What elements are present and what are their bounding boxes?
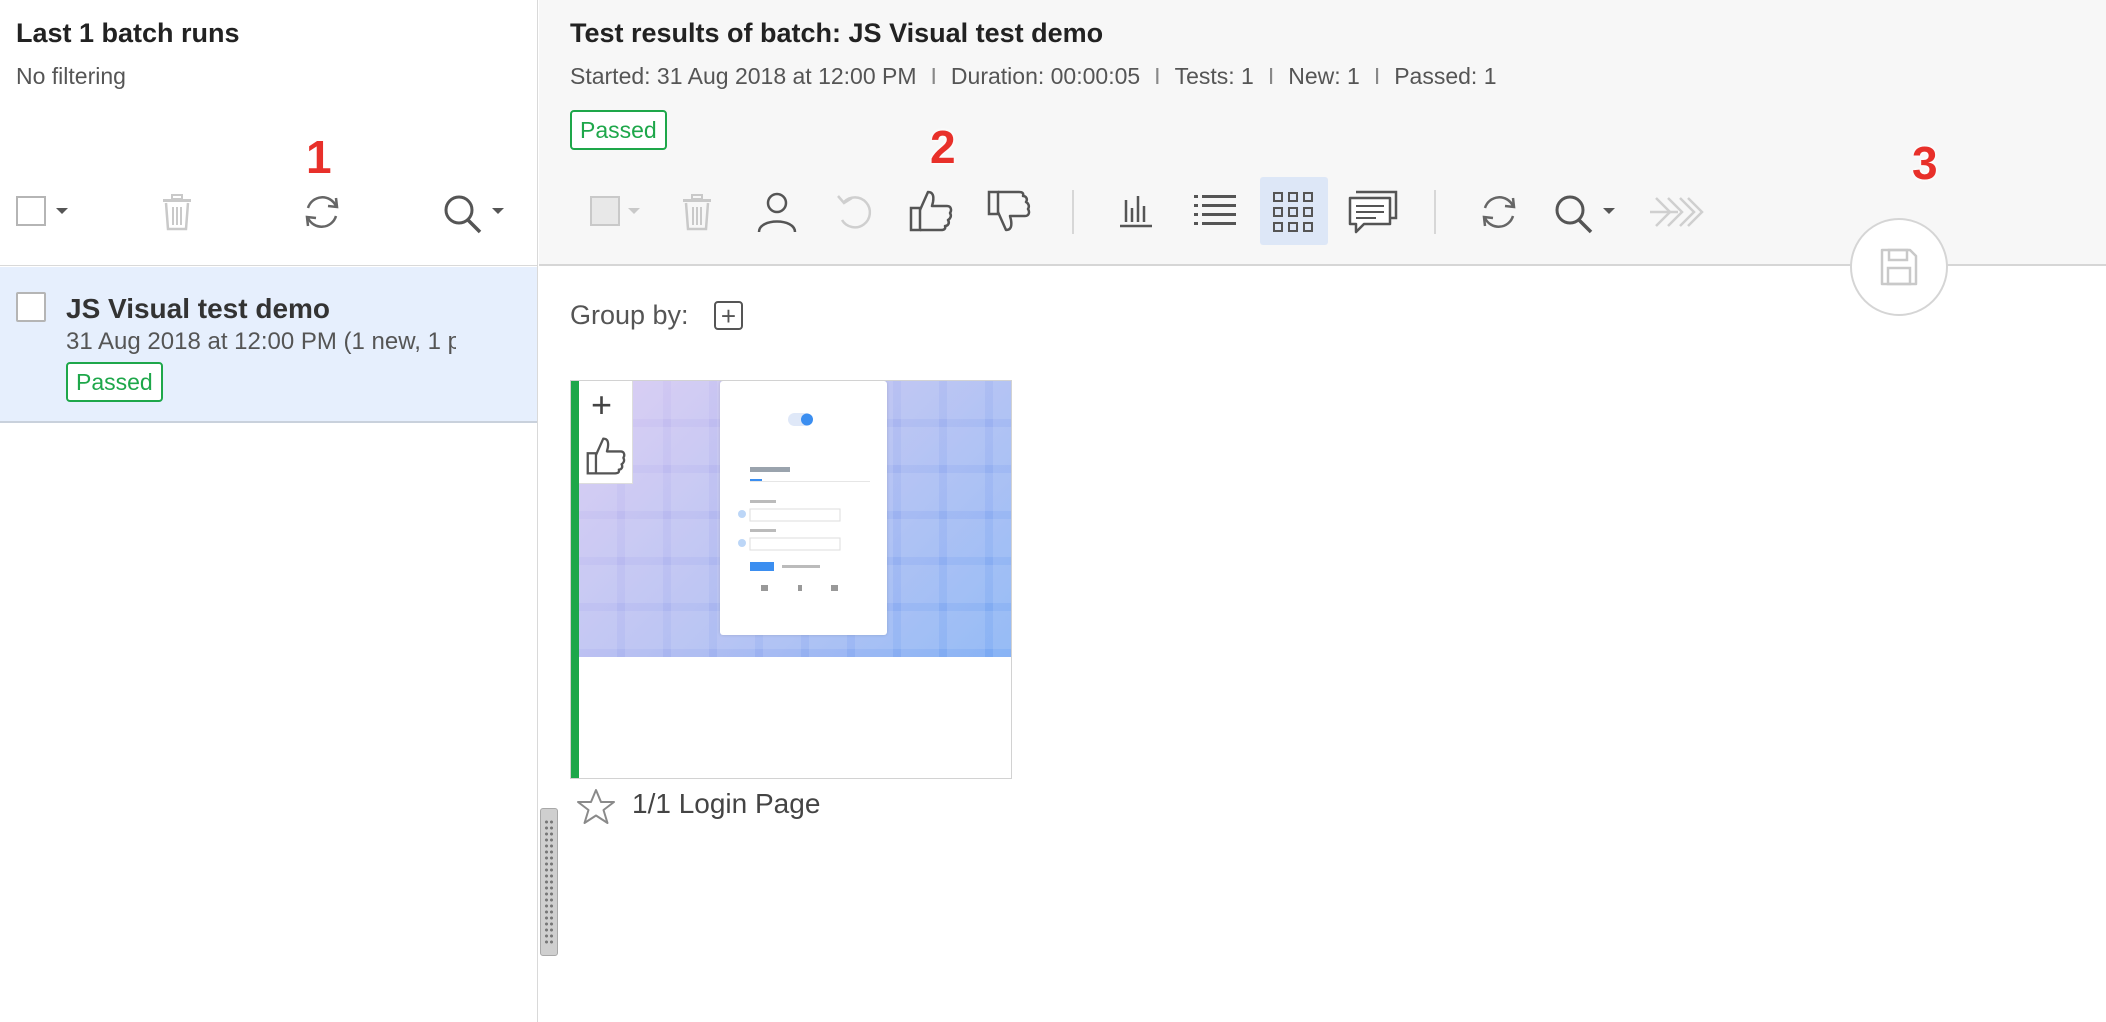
trash-icon	[163, 194, 191, 231]
annotation-1: 1	[306, 131, 332, 183]
batch-runs-title: Last 1 batch runs	[16, 18, 240, 48]
panel-resize-handle[interactable]	[540, 808, 558, 956]
search-button[interactable]	[442, 192, 512, 236]
search-dropdown-icon	[1555, 195, 1615, 234]
group-by-add-button[interactable]: +	[714, 301, 743, 330]
tile-accept-button[interactable]	[585, 435, 627, 482]
stat-tests: Tests: 1	[1174, 63, 1254, 89]
list-view-button[interactable]	[1194, 192, 1236, 228]
batch-runs-panel: Last 1 batch runs No filtering 1 JS Visu…	[0, 0, 538, 1022]
bar-chart-icon	[1120, 196, 1152, 228]
group-by-label: Group by:	[570, 300, 689, 330]
stat-duration: Duration: 00:00:05	[950, 63, 1141, 89]
search-dropdown-icon	[444, 195, 504, 234]
filter-status: No filtering	[16, 63, 126, 89]
comments-button[interactable]	[1348, 190, 1398, 234]
select-all-checkbox[interactable]	[16, 196, 76, 228]
batch-run-meta: 31 Aug 2018 at 12:00 PM (1 new, 1 p	[66, 328, 456, 355]
comments-icon	[1348, 190, 1398, 234]
chart-view-button[interactable]	[1118, 192, 1154, 228]
resize-grip-icon	[544, 819, 554, 945]
list-view-icon	[1194, 195, 1236, 225]
star-icon	[577, 789, 615, 824]
thumbs-up-icon	[909, 190, 953, 232]
grid-view-icon-wrap	[1273, 192, 1313, 232]
reject-button[interactable]	[986, 188, 1032, 234]
batch-run-name: JS Visual test demo	[66, 293, 331, 324]
annotation-3: 3	[1912, 137, 1938, 189]
checkbox-dropdown-icon	[590, 196, 640, 226]
favorite-button[interactable]	[576, 788, 616, 831]
save-button[interactable]	[1850, 218, 1948, 316]
user-icon	[757, 192, 797, 233]
thumbs-down-icon	[987, 190, 1031, 232]
test-screenshot-thumbnail[interactable]	[579, 381, 1011, 657]
delete-button[interactable]	[161, 193, 193, 231]
undo-icon	[837, 195, 872, 229]
accept-button[interactable]	[908, 188, 954, 234]
batch-results-title: Test results of batch: JS Visual test de…	[570, 18, 1104, 48]
stat-separator: I	[1373, 63, 1381, 89]
save-icon	[1880, 248, 1918, 286]
stat-separator: I	[1154, 63, 1161, 89]
undo-button[interactable]	[834, 190, 874, 234]
refresh-results-button[interactable]	[1477, 190, 1521, 234]
batch-stats: Started: 31 Aug 2018 at 12:00 PM I Duratio…	[570, 63, 1497, 90]
thumbnail-login-card	[720, 381, 887, 635]
stat-new: New: 1	[1288, 63, 1360, 89]
refresh-button[interactable]	[300, 190, 344, 234]
batch-runs-header: Last 1 batch runs No filtering 1	[0, 0, 537, 266]
login-form-thumbnail-icon	[738, 413, 870, 591]
toolbar-divider	[1434, 190, 1436, 234]
checkbox-dropdown-icon	[16, 196, 68, 226]
stat-passed: Passed: 1	[1394, 63, 1497, 89]
select-all-tests-checkbox[interactable]	[590, 196, 646, 228]
toolbar-divider	[1072, 190, 1074, 234]
thumbs-up-icon	[586, 437, 626, 475]
assign-user-button[interactable]	[755, 190, 799, 234]
test-caption: 1/1 Login Page	[632, 788, 821, 819]
refresh-icon	[305, 196, 339, 228]
test-result-tile[interactable]: +	[570, 380, 1012, 779]
batch-status-badge: Passed	[570, 110, 667, 150]
trash-icon	[683, 194, 711, 231]
tile-actions: +	[579, 381, 633, 484]
tile-add-button[interactable]: +	[591, 387, 612, 423]
stat-separator: I	[930, 63, 937, 89]
tile-status-bar	[571, 381, 579, 778]
grid-view-icon	[1273, 192, 1313, 232]
merge-arrows-icon	[1650, 197, 1704, 227]
search-results-button[interactable]	[1553, 192, 1623, 236]
delete-tests-button[interactable]	[681, 193, 713, 231]
batch-run-status-badge: Passed	[66, 362, 163, 402]
annotation-2: 2	[930, 121, 956, 173]
stat-started: Started: 31 Aug 2018 at 12:00 PM	[570, 63, 917, 89]
refresh-icon	[1482, 196, 1516, 228]
stat-separator: I	[1267, 63, 1275, 89]
merge-button[interactable]	[1648, 194, 1704, 230]
batch-run-checkbox[interactable]	[16, 292, 46, 322]
